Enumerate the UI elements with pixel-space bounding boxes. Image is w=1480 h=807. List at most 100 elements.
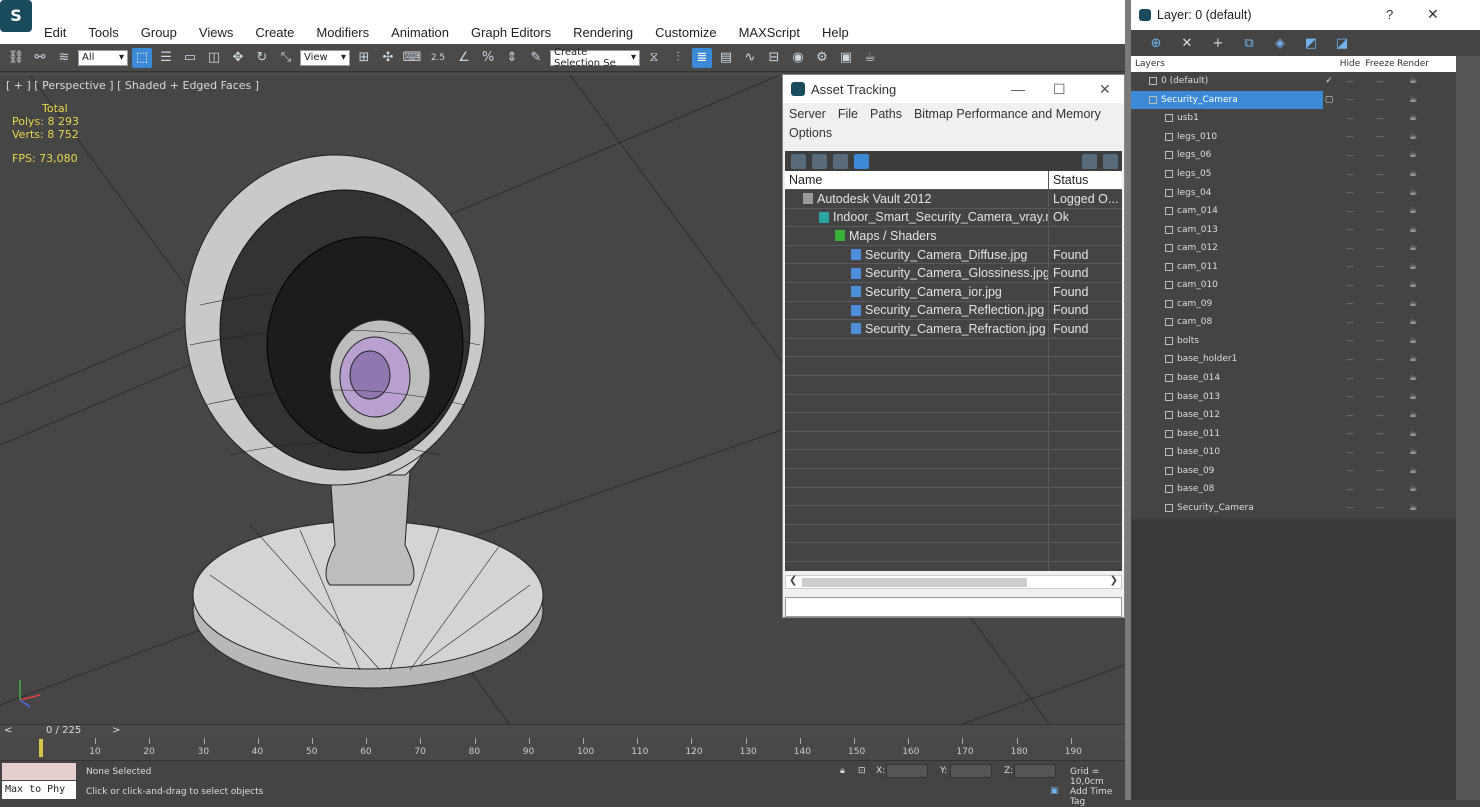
render-toggle-icon[interactable]: ☕ [1395,336,1431,346]
render-toggle-icon[interactable]: ☕ [1395,76,1431,86]
layer-object-row[interactable]: base_holder1— — ☕ [1131,350,1480,369]
hide-toggle-icon[interactable]: — [1335,392,1365,401]
scroll-right-icon[interactable]: ❯ [1110,575,1118,586]
layer-explorer-titlebar[interactable]: Layer: 0 (default) ? ✕ [1131,0,1480,30]
asset-row[interactable]: Autodesk Vault 2012 Logged O... [785,190,1122,209]
freeze-toggle-icon[interactable]: — [1365,77,1395,86]
render-toggle-icon[interactable]: ☕ [1395,169,1431,179]
hide-toggle-icon[interactable]: — [1335,132,1365,141]
hide-toggle-icon[interactable]: — [1335,95,1365,104]
layer-object-row[interactable]: cam_09— — ☕ [1131,295,1480,314]
freeze-toggle-icon[interactable]: — [1365,114,1395,123]
freeze-toggle-icon[interactable]: — [1365,429,1395,438]
layer-object-row[interactable]: base_012— — ☕ [1131,406,1480,425]
table-view-icon[interactable] [854,153,869,169]
material-editor-icon[interactable]: ◉ [788,48,808,68]
layer-object-row[interactable]: usb1— — ☕ [1131,109,1480,128]
layer-object-row[interactable]: legs_06— — ☕ [1131,146,1480,165]
scroll-left-icon[interactable]: ❮ [789,575,797,586]
asset-menu-server[interactable]: Server [789,107,826,121]
hide-toggle-icon[interactable]: — [1335,114,1365,123]
z-coord-field[interactable] [1014,764,1056,778]
menu-item-tools[interactable]: Tools [82,25,124,40]
current-layer-check-icon[interactable]: ✓ [1323,76,1335,86]
layer-object-row[interactable]: cam_011— — ☕ [1131,257,1480,276]
render-toggle-icon[interactable]: ☕ [1395,466,1431,476]
hide-toggle-icon[interactable]: — [1335,207,1365,216]
menu-item-rendering[interactable]: Rendering [567,25,639,40]
percent-snap-icon[interactable]: % [478,48,498,68]
render-toggle-icon[interactable]: ☕ [1395,410,1431,420]
render-toggle-icon[interactable]: ☕ [1395,113,1431,123]
freeze-toggle-icon[interactable]: — [1365,299,1395,308]
layer-object-row[interactable]: base_014— — ☕ [1131,369,1480,388]
render-toggle-icon[interactable]: ☕ [1395,354,1431,364]
link-icon[interactable]: ⛓ [6,48,26,68]
hide-toggle-icon[interactable]: — [1335,281,1365,290]
layers-column-label[interactable]: Layers [1131,59,1323,69]
freeze-toggle-icon[interactable]: — [1365,466,1395,475]
settings-icon[interactable] [1103,153,1118,169]
hide-toggle-icon[interactable]: — [1335,429,1365,438]
asset-menu-file[interactable]: File [838,107,858,121]
render-toggle-icon[interactable]: ☕ [1395,392,1431,402]
refresh-icon[interactable] [791,153,806,169]
select-object-icon[interactable]: ⬚ [132,47,152,68]
hide-toggle-icon[interactable]: — [1335,374,1365,383]
asset-row[interactable]: Security_Camera_ior.jpg Found [785,282,1122,302]
hide-toggle-icon[interactable]: — [1335,466,1365,475]
freeze-toggle-icon[interactable]: — [1365,244,1395,253]
layer-explorer-icon[interactable]: ≣ [692,47,712,68]
select-in-layer-icon[interactable]: ⧉ [1240,36,1258,51]
selection-filter-dropdown[interactable]: All ▾ [78,49,128,66]
layer-object-row[interactable]: legs_04— — ☕ [1131,183,1480,202]
hide-toggle-icon[interactable]: — [1335,503,1365,512]
menu-item-graph-editors[interactable]: Graph Editors [465,25,557,40]
maxscript-listener-output[interactable] [2,763,76,780]
menu-item-views[interactable]: Views [193,25,239,40]
next-frame-icon[interactable]: > [112,725,120,736]
render-toggle-icon[interactable]: ☕ [1395,95,1431,105]
render-toggle-icon[interactable]: ☕ [1395,280,1431,290]
menu-item-group[interactable]: Group [135,25,183,40]
layer-row[interactable]: Security_Camera ▢ — — ☕ [1131,90,1480,110]
freeze-toggle-icon[interactable]: — [1365,485,1395,494]
x-coord-field[interactable] [886,764,928,778]
layer-object-row[interactable]: cam_08— — ☕ [1131,313,1480,332]
freeze-toggle-icon[interactable]: — [1365,503,1395,512]
freeze-toggle-icon[interactable]: — [1365,392,1395,401]
layer-object-row[interactable]: Security_Camera — — ☕ [1131,499,1480,518]
column-status-header[interactable]: Status [1049,171,1122,189]
menu-item-animation[interactable]: Animation [385,25,455,40]
render-setup-icon[interactable]: ⚙ [812,48,832,68]
layer-object-row[interactable]: base_011— — ☕ [1131,424,1480,443]
asset-path-field[interactable] [785,597,1122,617]
hide-column-label[interactable]: Hide [1335,59,1365,69]
schematic-view-icon[interactable]: ⊟ [764,48,784,68]
help-button[interactable]: ? [1386,7,1393,22]
freeze-toggle-icon[interactable]: — [1365,374,1395,383]
y-coord-field[interactable] [950,764,992,778]
hide-toggle-icon[interactable]: — [1335,299,1365,308]
mirror-icon[interactable]: ⧖ [644,48,664,68]
asset-tracking-titlebar[interactable]: Asset Tracking — ☐ ✕ [783,75,1124,103]
freeze-toggle-icon[interactable]: — [1365,151,1395,160]
spinner-snap-icon[interactable]: ⇕ [502,48,522,68]
freeze-toggle-icon[interactable]: — [1365,207,1395,216]
unlink-icon[interactable]: ⚯ [30,48,50,68]
render-toggle-icon[interactable]: ☕ [1395,373,1431,383]
layer-object-row[interactable]: legs_05— — ☕ [1131,165,1480,184]
layer-object-row[interactable]: cam_012— — ☕ [1131,239,1480,258]
ref-coord-dropdown[interactable]: View ▾ [300,49,350,66]
curve-editor-icon[interactable]: ∿ [740,48,760,68]
render-column-label[interactable]: Render [1395,59,1431,69]
hide-toggle-icon[interactable]: — [1335,188,1365,197]
render-toggle-icon[interactable]: ☕ [1395,503,1431,513]
menu-item-help[interactable]: Help [816,25,855,40]
app-logo-icon[interactable]: S [0,0,32,32]
render-toggle-icon[interactable]: ☕ [1395,299,1431,309]
close-icon[interactable]: ✕ [1427,6,1439,23]
hide-toggle-icon[interactable]: — [1335,355,1365,364]
list-view-icon[interactable] [812,153,827,169]
scale-icon[interactable]: ⤡ [276,48,296,68]
